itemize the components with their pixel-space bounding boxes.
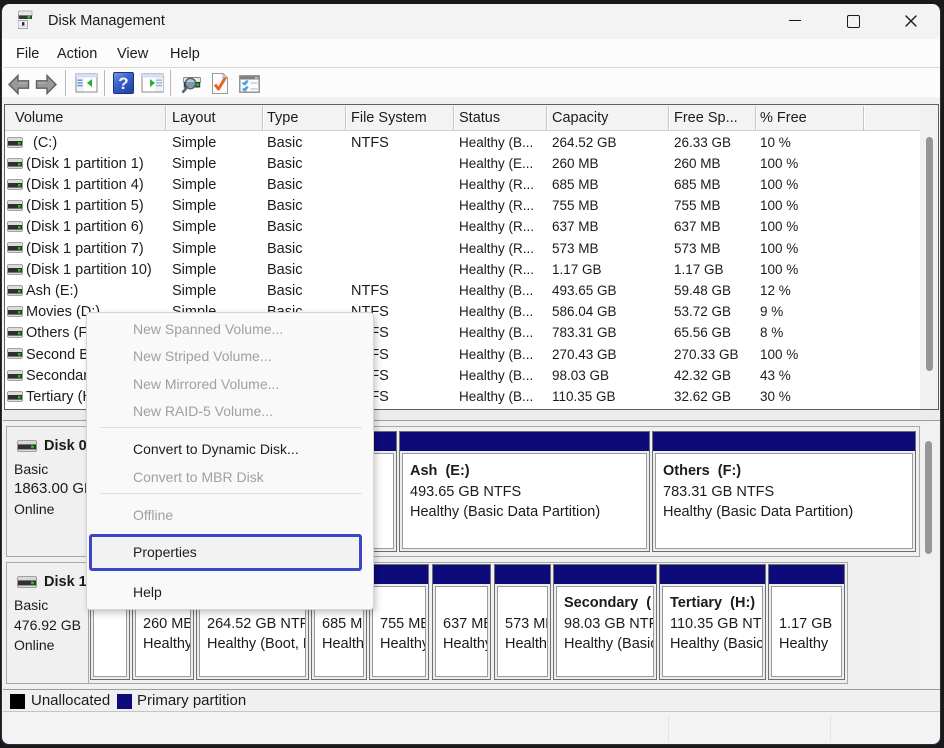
svg-text:?: ? xyxy=(118,74,128,93)
